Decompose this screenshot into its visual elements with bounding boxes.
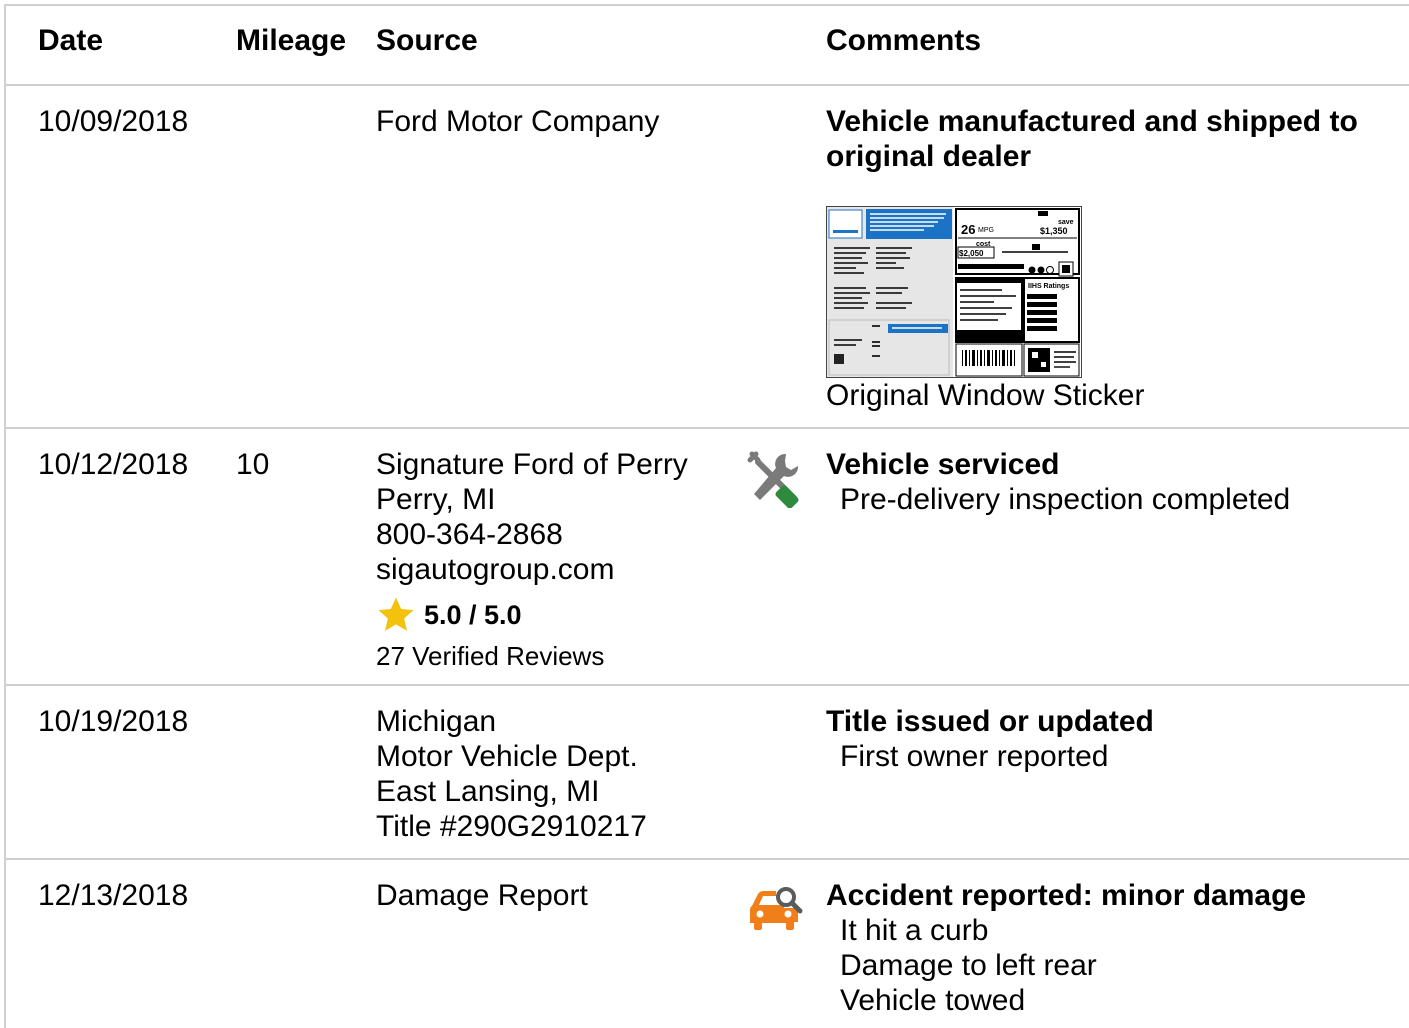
source-line: Motor Vehicle Dept. bbox=[376, 740, 638, 773]
comment-title: Accident reported: minor damage bbox=[826, 879, 1307, 912]
comment-title-line: original dealer bbox=[826, 140, 1032, 173]
source-line: Michigan bbox=[376, 705, 497, 738]
record-source: Michigan Motor Vehicle Dept. East Lansin… bbox=[376, 704, 647, 844]
record-source: Ford Motor Company bbox=[376, 104, 659, 139]
header-comments: Comments bbox=[826, 24, 982, 57]
row-divider bbox=[6, 684, 1409, 686]
record-date: 12/13/2018 bbox=[38, 879, 189, 912]
record-date: 10/19/2018 bbox=[38, 705, 189, 738]
record-date: 10/09/2018 bbox=[38, 105, 189, 138]
source-website-link[interactable]: sigautogroup.com bbox=[376, 552, 688, 587]
sticker-caption[interactable]: Original Window Sticker bbox=[826, 378, 1144, 413]
car-damage-search-icon bbox=[750, 887, 803, 930]
header-source: Source bbox=[376, 24, 478, 57]
record-mileage: 10 bbox=[236, 448, 270, 481]
sticker-iihs: IIHS Ratings bbox=[1028, 283, 1069, 290]
comment-detail: Vehicle towed bbox=[840, 984, 1026, 1017]
comment: Accident reported: minor damage It hit a… bbox=[826, 878, 1306, 1018]
verified-reviews-link[interactable]: 27 Verified Reviews bbox=[376, 641, 688, 671]
sticker-mpg: 26 bbox=[961, 222, 975, 237]
row-divider bbox=[6, 427, 1409, 429]
source-line: East Lansing, MI bbox=[376, 775, 600, 808]
comment-title: Title issued or updated bbox=[826, 705, 1154, 738]
wrench-screwdriver-icon bbox=[747, 451, 799, 508]
sticker-save-value: $1,350 bbox=[1040, 226, 1068, 236]
comment-detail: Pre-delivery inspection completed bbox=[840, 483, 1291, 516]
comment-title: Vehicle serviced bbox=[826, 448, 1060, 481]
comment-detail: First owner reported bbox=[840, 740, 1109, 773]
header-date: Date bbox=[38, 24, 104, 57]
source-phone[interactable]: 800-364-2868 bbox=[376, 517, 688, 552]
sticker-mpg-unit: MPG bbox=[978, 227, 994, 234]
star-icon bbox=[378, 597, 414, 631]
source-line: Signature Ford of Perry bbox=[376, 448, 688, 481]
record-source: Damage Report bbox=[376, 878, 588, 913]
header-divider bbox=[6, 84, 1409, 86]
sticker-cost-value: $2,050 bbox=[959, 249, 984, 258]
sticker-save-label: save bbox=[1058, 219, 1074, 226]
record-source: Signature Ford of Perry Perry, MI 800-36… bbox=[376, 447, 688, 671]
comment-title-line: Vehicle manufactured and shipped to bbox=[826, 105, 1358, 138]
record-date: 10/12/2018 bbox=[38, 448, 189, 481]
history-table: Date Mileage Source Comments 10/09/2018 … bbox=[4, 4, 1409, 1028]
comment: Title issued or updated First owner repo… bbox=[826, 704, 1154, 774]
header-mileage: Mileage bbox=[236, 24, 347, 57]
rating-value: 5.0 / 5.0 bbox=[424, 600, 522, 630]
source-line: Ford Motor Company bbox=[376, 105, 660, 138]
window-sticker-thumbnail[interactable]: 26 MPG save $1,350 cost $2,050 IIHS Rati… bbox=[826, 206, 1082, 378]
source-line: Damage Report bbox=[376, 879, 588, 912]
comment: Vehicle serviced Pre-delivery inspection… bbox=[826, 447, 1290, 517]
row-divider bbox=[6, 858, 1409, 860]
source-line: Perry, MI bbox=[376, 483, 496, 516]
source-line: Title #290G2910217 bbox=[376, 810, 647, 843]
comment-title: Vehicle manufactured and shipped to orig… bbox=[826, 104, 1358, 174]
comment-detail: It hit a curb bbox=[840, 914, 989, 947]
dealer-rating: 5.0 / 5.0 bbox=[376, 595, 688, 635]
comment-detail: Damage to left rear bbox=[840, 949, 1097, 982]
